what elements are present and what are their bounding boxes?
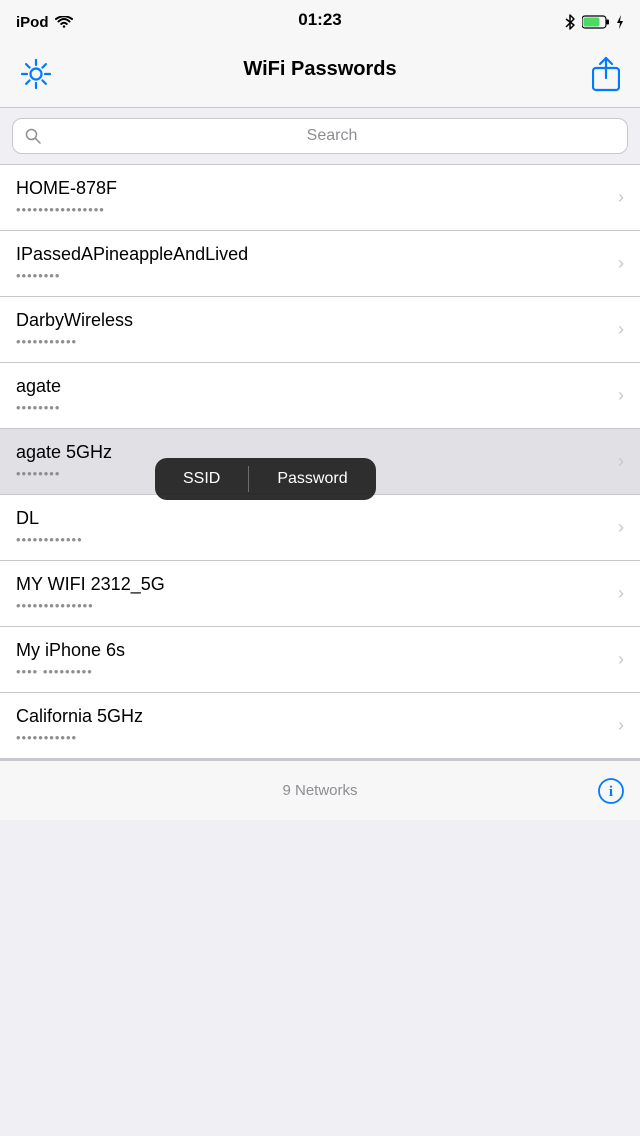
network-name: HOME-878F [16,178,610,199]
charging-icon [616,15,624,29]
gear-icon [20,58,52,90]
list-item-content: DarbyWireless ••••••••••• [16,310,610,349]
list-item[interactable]: California 5GHz ••••••••••• › [0,693,640,759]
nav-bar: WiFi Passwords [0,44,640,108]
list-item[interactable]: DarbyWireless ••••••••••• › [0,297,640,363]
wifi-icon [55,16,73,29]
chevron-right-icon: › [618,451,624,472]
network-name: MY WIFI 2312_5G [16,574,610,595]
chevron-right-icon: › [618,385,624,406]
network-password: •••••••••••••• [16,598,610,613]
search-icon [25,128,41,144]
list-item[interactable]: My iPhone 6s •••• ••••••••• › [0,627,640,693]
list-item[interactable]: IPassedAPineappleAndLived •••••••• › [0,231,640,297]
network-password: •••••••• [16,400,610,415]
network-name: agate [16,376,610,397]
list-item-content: agate •••••••• [16,376,610,415]
network-name: My iPhone 6s [16,640,610,661]
status-right [564,13,624,31]
svg-text:i: i [609,784,613,800]
status-time: 01:23 [298,10,341,30]
page-title: WiFi Passwords [243,58,396,81]
chevron-right-icon: › [618,715,624,736]
chevron-right-icon: › [618,253,624,274]
search-container [0,108,640,164]
footer: 9 Networks i [0,760,640,820]
search-bar [12,118,628,154]
battery-icon [582,15,610,29]
chevron-right-icon: › [618,517,624,538]
status-left: iPod [16,14,73,31]
info-icon: i [598,778,624,804]
network-password: •••••••••••••••• [16,202,610,217]
chevron-right-icon: › [618,649,624,670]
network-name: California 5GHz [16,706,610,727]
list-item[interactable]: HOME-878F •••••••••••••••• › [0,165,640,231]
settings-button[interactable] [16,54,56,97]
network-name: IPassedAPineappleAndLived [16,244,610,265]
list-item[interactable]: DL •••••••••••• › [0,495,640,561]
chevron-right-icon: › [618,583,624,604]
status-bar: iPod 01:23 [0,0,640,44]
list-item-content: IPassedAPineappleAndLived •••••••• [16,244,610,283]
list-item-content: My iPhone 6s •••• ••••••••• [16,640,610,679]
list-item-content: HOME-878F •••••••••••••••• [16,178,610,217]
list-item-content: DL •••••••••••• [16,508,610,547]
network-password: •••••••• [16,268,610,283]
search-input[interactable] [49,127,615,145]
ssid-button[interactable]: SSID [155,458,248,500]
network-password: •••••••••••• [16,532,610,547]
network-name: DarbyWireless [16,310,610,331]
list-item-content: California 5GHz ••••••••••• [16,706,610,745]
network-name: DL [16,508,610,529]
bluetooth-icon [564,13,576,31]
share-button[interactable] [588,52,624,99]
password-button[interactable]: Password [249,458,375,500]
carrier-label: iPod [16,14,49,31]
list-item[interactable]: agate •••••••• › [0,363,640,429]
share-icon [592,56,620,92]
networks-count-label: 9 Networks [282,782,357,799]
network-password: •••• ••••••••• [16,664,610,679]
context-menu-tooltip: SSID Password [155,458,376,500]
chevron-right-icon: › [618,187,624,208]
chevron-right-icon: › [618,319,624,340]
network-password: ••••••••••• [16,730,610,745]
list-item[interactable]: MY WIFI 2312_5G •••••••••••••• › [0,561,640,627]
list-item-content: MY WIFI 2312_5G •••••••••••••• [16,574,610,613]
info-button[interactable]: i [598,778,624,804]
network-password: ••••••••••• [16,334,610,349]
